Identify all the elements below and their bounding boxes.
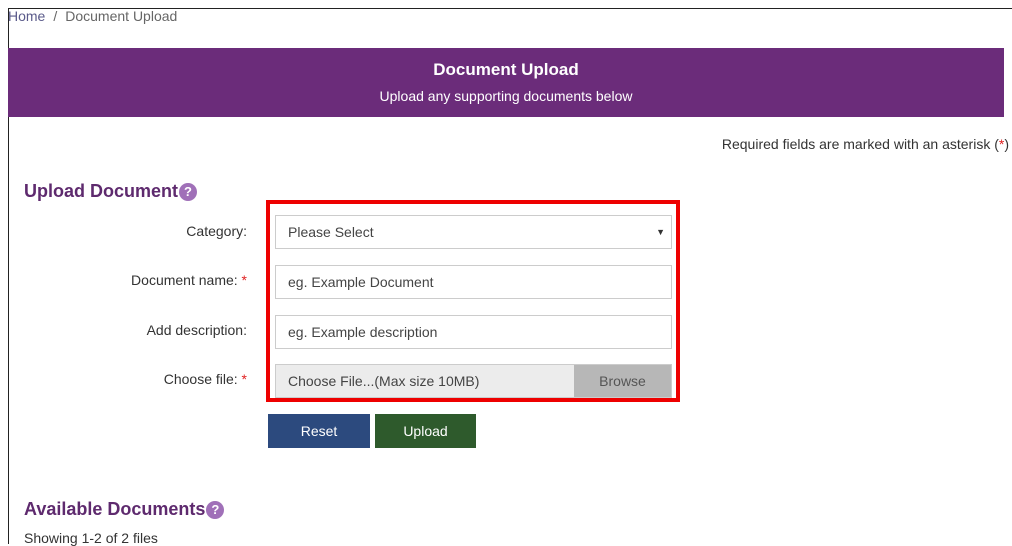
document-name-placeholder: eg. Example Document [288, 274, 434, 290]
description-label-text: Add description: [146, 322, 247, 338]
page-title: Document Upload [433, 60, 579, 79]
required-asterisk: * [241, 272, 247, 288]
document-name-label: Document name: * [131, 272, 247, 288]
document-name-input[interactable]: eg. Example Document [275, 265, 672, 299]
required-fields-note: Required fields are marked with an aster… [722, 136, 1009, 152]
page-subtitle: Upload any supporting documents below [379, 88, 633, 104]
description-placeholder: eg. Example description [288, 324, 438, 340]
required-asterisk: * [241, 371, 247, 387]
dropdown-arrow-icon: ▼ [656, 227, 665, 237]
document-name-label-text: Document name: [131, 272, 238, 288]
help-icon[interactable]: ? [179, 182, 198, 201]
upload-document-heading: Upload Document ? [24, 181, 198, 202]
breadcrumb: Home / Document Upload [8, 8, 177, 24]
description-input[interactable]: eg. Example description [275, 315, 672, 349]
page-banner: Document Upload Upload any supporting do… [8, 48, 1004, 117]
available-documents-heading-text: Available Documents [24, 499, 206, 519]
upload-button[interactable]: Upload [375, 414, 476, 448]
file-chooser-placeholder[interactable]: Choose File...(Max size 10MB) [276, 373, 574, 389]
required-note-text: Required fields are marked with an aster… [721, 136, 999, 152]
help-icon[interactable]: ? [206, 500, 225, 519]
file-chooser[interactable]: Choose File...(Max size 10MB) Browse [275, 364, 672, 398]
available-documents-heading: Available Documents ? [24, 499, 225, 520]
category-label: Category: [186, 223, 247, 239]
required-note-close: ) [1004, 136, 1009, 152]
breadcrumb-home-link[interactable]: Home [8, 8, 45, 24]
breadcrumb-separator: / [53, 8, 58, 24]
browse-button[interactable]: Browse [574, 365, 671, 397]
choose-file-label-text: Choose file: [163, 371, 238, 387]
reset-button[interactable]: Reset [268, 414, 370, 448]
choose-file-label: Choose file: * [164, 371, 247, 387]
upload-document-heading-text: Upload Document [24, 181, 179, 201]
category-label-text: Category: [186, 223, 247, 239]
description-label: Add description: [147, 322, 247, 338]
category-select-value: Please Select [288, 224, 374, 240]
category-select[interactable]: Please Select ▼ [275, 215, 672, 249]
breadcrumb-current: Document Upload [65, 8, 178, 24]
